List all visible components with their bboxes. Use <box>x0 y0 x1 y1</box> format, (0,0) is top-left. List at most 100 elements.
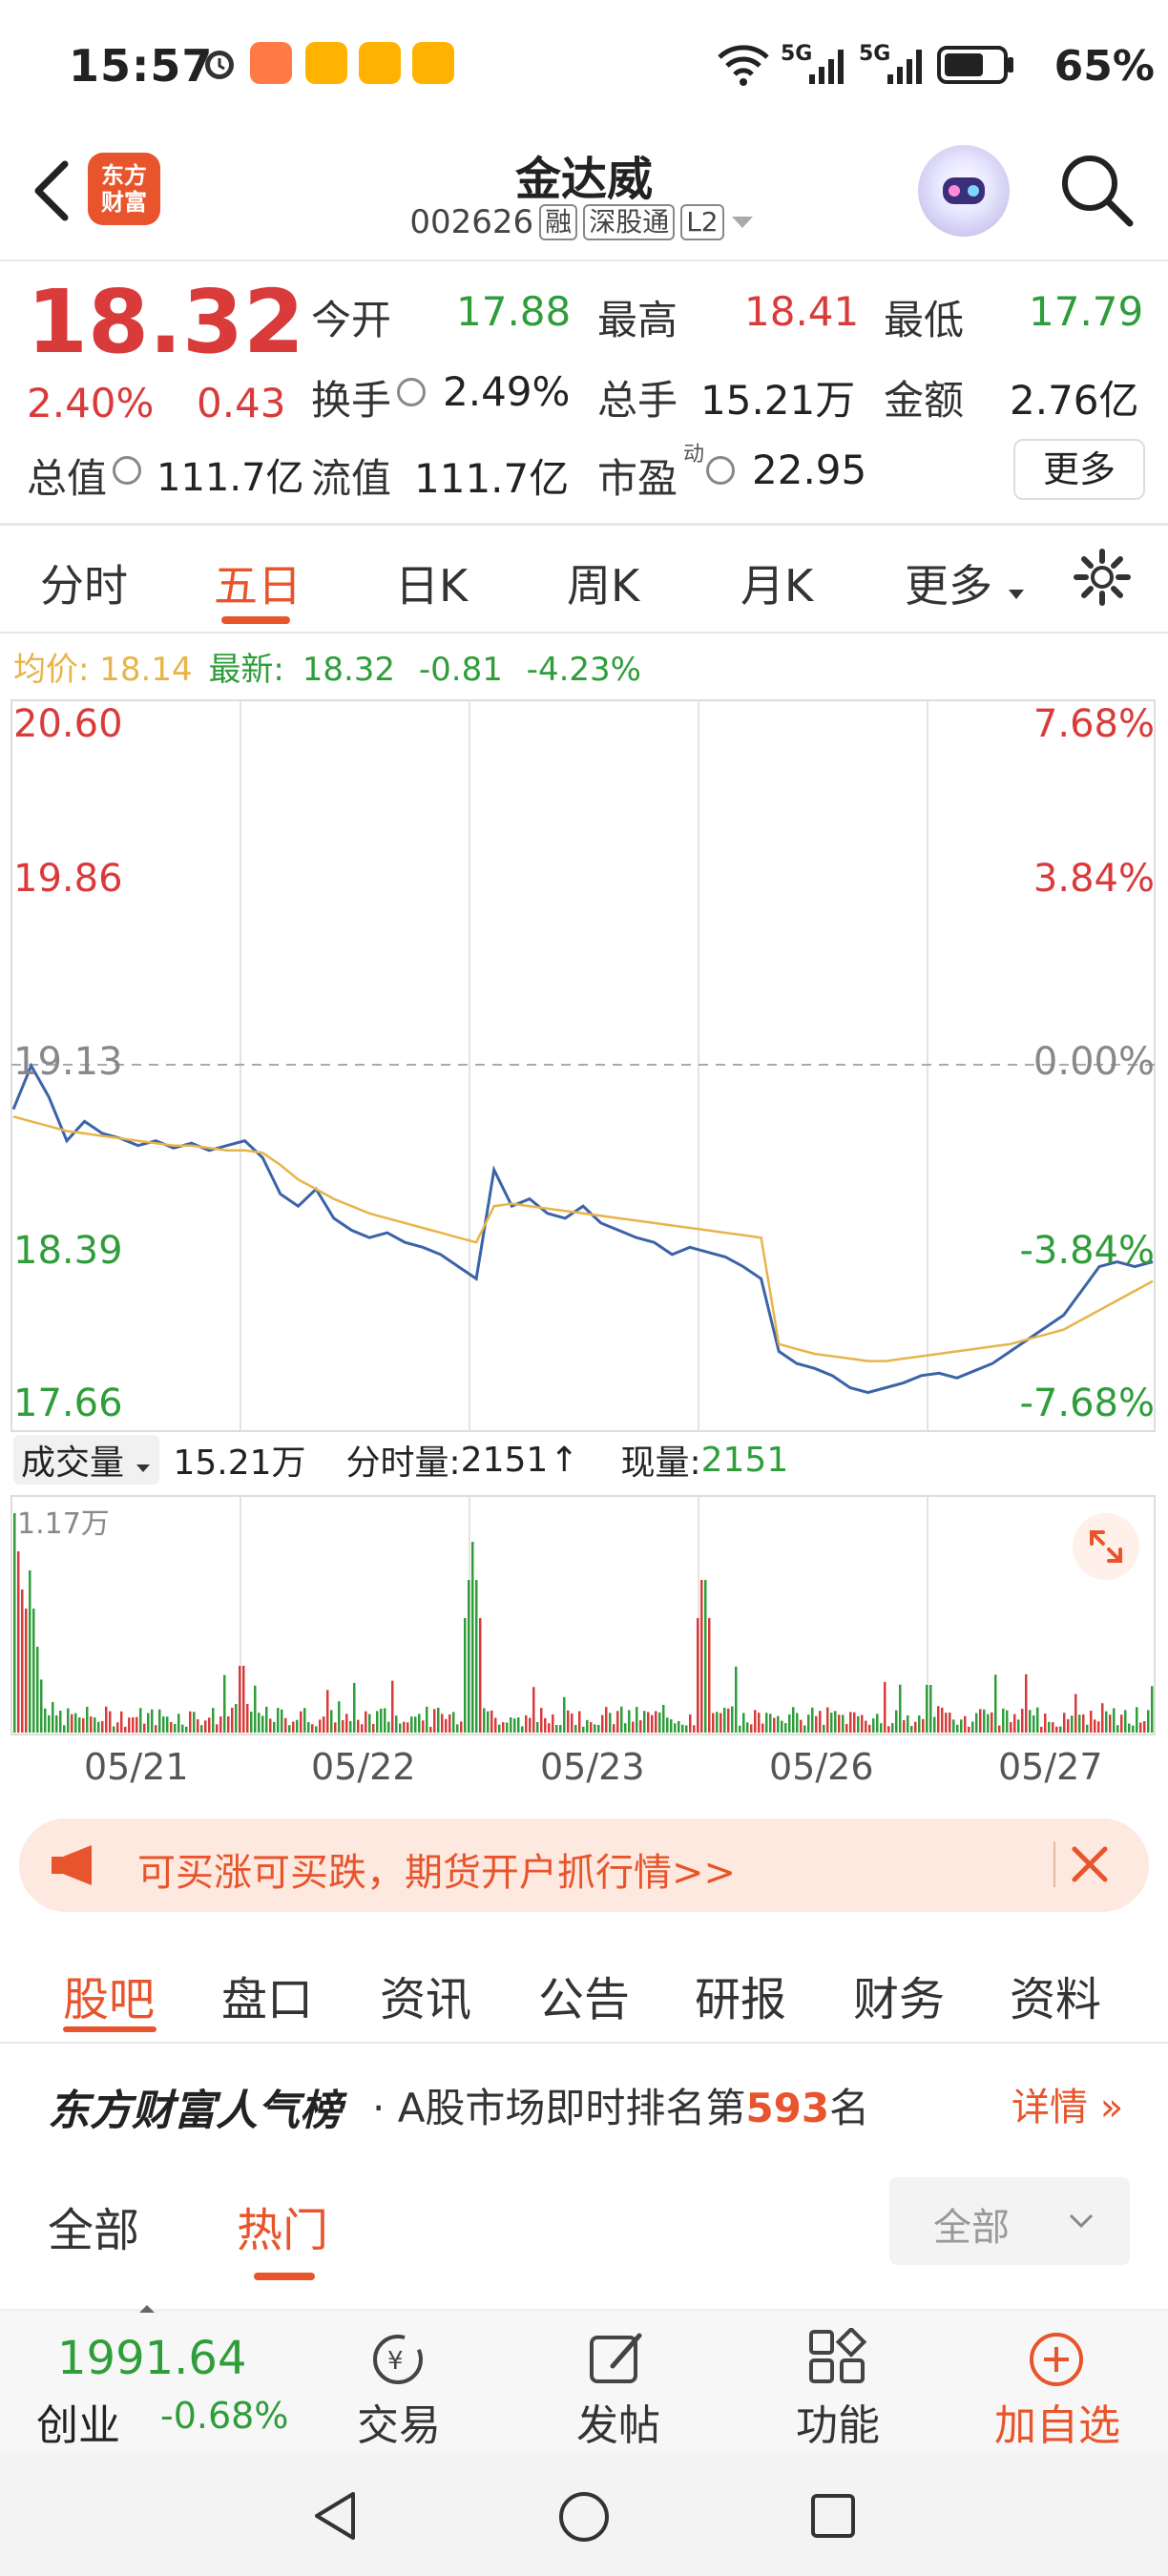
volume-bar <box>174 1723 177 1733</box>
turnover-value: 2.49% <box>443 368 571 415</box>
caret-down-icon <box>731 217 753 228</box>
post-button[interactable]: 发帖 <box>523 2311 714 2454</box>
tab-monthly-k[interactable]: 月K <box>740 551 813 614</box>
volume-bar <box>239 1666 241 1733</box>
volume-value: 15.21万 <box>700 377 856 424</box>
volume-bar <box>181 1724 184 1733</box>
close-icon <box>1072 1846 1108 1882</box>
tab-daily-k[interactable]: 日K <box>395 551 468 614</box>
add-watchlist-button[interactable]: 加自选 <box>962 2311 1153 2454</box>
volume-bar <box>59 1710 62 1733</box>
functions-label: 功能 <box>796 2401 880 2450</box>
volume-bar <box>639 1720 642 1733</box>
app-logo[interactable]: 东方 财富 <box>88 153 160 225</box>
more-quote-button[interactable]: 更多 <box>1013 439 1145 500</box>
wifi-icon <box>714 42 773 88</box>
popularity-details-link[interactable]: 详情 » <box>1012 2076 1123 2131</box>
volume-bar <box>697 1618 699 1733</box>
volume-bar <box>536 1721 539 1733</box>
volume-bar <box>700 1580 703 1733</box>
tab-more[interactable]: 更多 <box>905 551 1026 614</box>
add-watchlist-label: 加自选 <box>994 2401 1120 2450</box>
expand-chart-button[interactable] <box>1073 1513 1139 1580</box>
nav-recents-icon[interactable] <box>809 2492 857 2540</box>
tab-intraday[interactable]: 分时 <box>40 551 128 614</box>
info-icon[interactable] <box>706 456 735 485</box>
y-tick-left-3: 18.39 <box>13 1229 123 1273</box>
volume-bar <box>361 1724 364 1733</box>
tab-research[interactable]: 研报 <box>695 1962 786 2028</box>
tab-five-day[interactable]: 五日 <box>214 551 302 614</box>
volume-bar <box>86 1706 89 1733</box>
tab-announcements[interactable]: 公告 <box>538 1962 630 2028</box>
volume-bar <box>82 1717 85 1733</box>
volume-bar <box>1032 1715 1035 1733</box>
search-button[interactable] <box>1055 149 1136 229</box>
tab-orderbook[interactable]: 盘口 <box>221 1962 313 2028</box>
functions-button[interactable]: 功能 <box>742 2311 933 2454</box>
price-chart[interactable] <box>0 696 1168 1441</box>
volume-bar <box>216 1724 219 1733</box>
svg-text:¥: ¥ <box>387 2347 404 2376</box>
volume-bar <box>277 1708 280 1733</box>
volume-bar <box>407 1722 409 1733</box>
back-button[interactable] <box>23 153 84 229</box>
volume-bar <box>1029 1710 1032 1733</box>
volume-bar <box>681 1724 684 1733</box>
nav-back-icon[interactable] <box>311 2490 359 2542</box>
volume-bar <box>1040 1726 1043 1733</box>
volume-bar <box>506 1722 509 1733</box>
volume-bar <box>1105 1711 1108 1733</box>
volume-bar <box>166 1716 169 1733</box>
volume-bar <box>979 1709 982 1733</box>
promo-close-button[interactable] <box>1067 1841 1113 1887</box>
index-ticker[interactable]: 1991.64 创业 -0.68% <box>0 2305 288 2454</box>
volume-bar <box>1074 1693 1077 1733</box>
volume-bar <box>208 1717 211 1733</box>
promo-text[interactable]: 可买涨可买跌，期货开户抓行情>> <box>137 1841 736 1897</box>
volume-bar <box>1136 1707 1138 1733</box>
nav-home-icon[interactable] <box>557 2490 611 2544</box>
gear-icon <box>1074 549 1131 606</box>
volume-bar <box>471 1542 474 1733</box>
volume-indicator-select[interactable]: 成交量 <box>13 1435 160 1485</box>
info-icon[interactable] <box>397 378 426 406</box>
volume-bar <box>353 1682 356 1733</box>
filter-dropdown[interactable]: 全部 <box>889 2177 1130 2265</box>
chevron-left-icon <box>34 160 69 221</box>
volume-bar <box>1059 1726 1062 1733</box>
volume-bar <box>414 1716 417 1733</box>
volume-bar <box>460 1721 463 1733</box>
volume-bar <box>326 1690 329 1733</box>
volume-chart[interactable] <box>0 1494 1168 1736</box>
volume-bar <box>750 1724 753 1733</box>
popularity-text: · A股市场即时排名第593名 <box>372 2076 869 2134</box>
volume-bar <box>1124 1710 1127 1733</box>
volume-bar <box>365 1711 367 1733</box>
mktcap-value: 111.7亿 <box>156 456 304 500</box>
battery-percent: 65% <box>1053 42 1155 91</box>
volume-bar <box>185 1726 188 1733</box>
assistant-robot-icon[interactable] <box>918 145 1010 237</box>
volume-bar <box>494 1717 497 1733</box>
info-icon[interactable] <box>113 456 141 485</box>
grid-icon <box>809 2328 867 2383</box>
volume-bar <box>97 1721 100 1733</box>
tab-forum[interactable]: 股吧 <box>63 1962 155 2028</box>
stock-subtitle[interactable]: 002626 融 深股通 L2 <box>344 200 821 244</box>
volume-bar <box>720 1713 722 1733</box>
filter-tab-all[interactable]: 全部 <box>48 2192 139 2259</box>
volume-bar <box>422 1720 425 1733</box>
filter-tab-hot[interactable]: 热门 <box>237 2192 328 2259</box>
volume-bar <box>739 1725 741 1733</box>
volume-bar <box>941 1707 944 1733</box>
tab-news[interactable]: 资讯 <box>380 1962 471 2028</box>
trade-button[interactable]: ¥ 交易 <box>303 2311 494 2454</box>
volume-bar <box>655 1711 657 1733</box>
chart-settings-button[interactable] <box>1073 548 1132 607</box>
tab-financials[interactable]: 财务 <box>853 1962 945 2028</box>
volume-bar <box>678 1720 680 1733</box>
volume-bar <box>624 1723 627 1733</box>
tab-profile[interactable]: 资料 <box>1010 1962 1101 2028</box>
tab-weekly-k[interactable]: 周K <box>567 551 639 614</box>
